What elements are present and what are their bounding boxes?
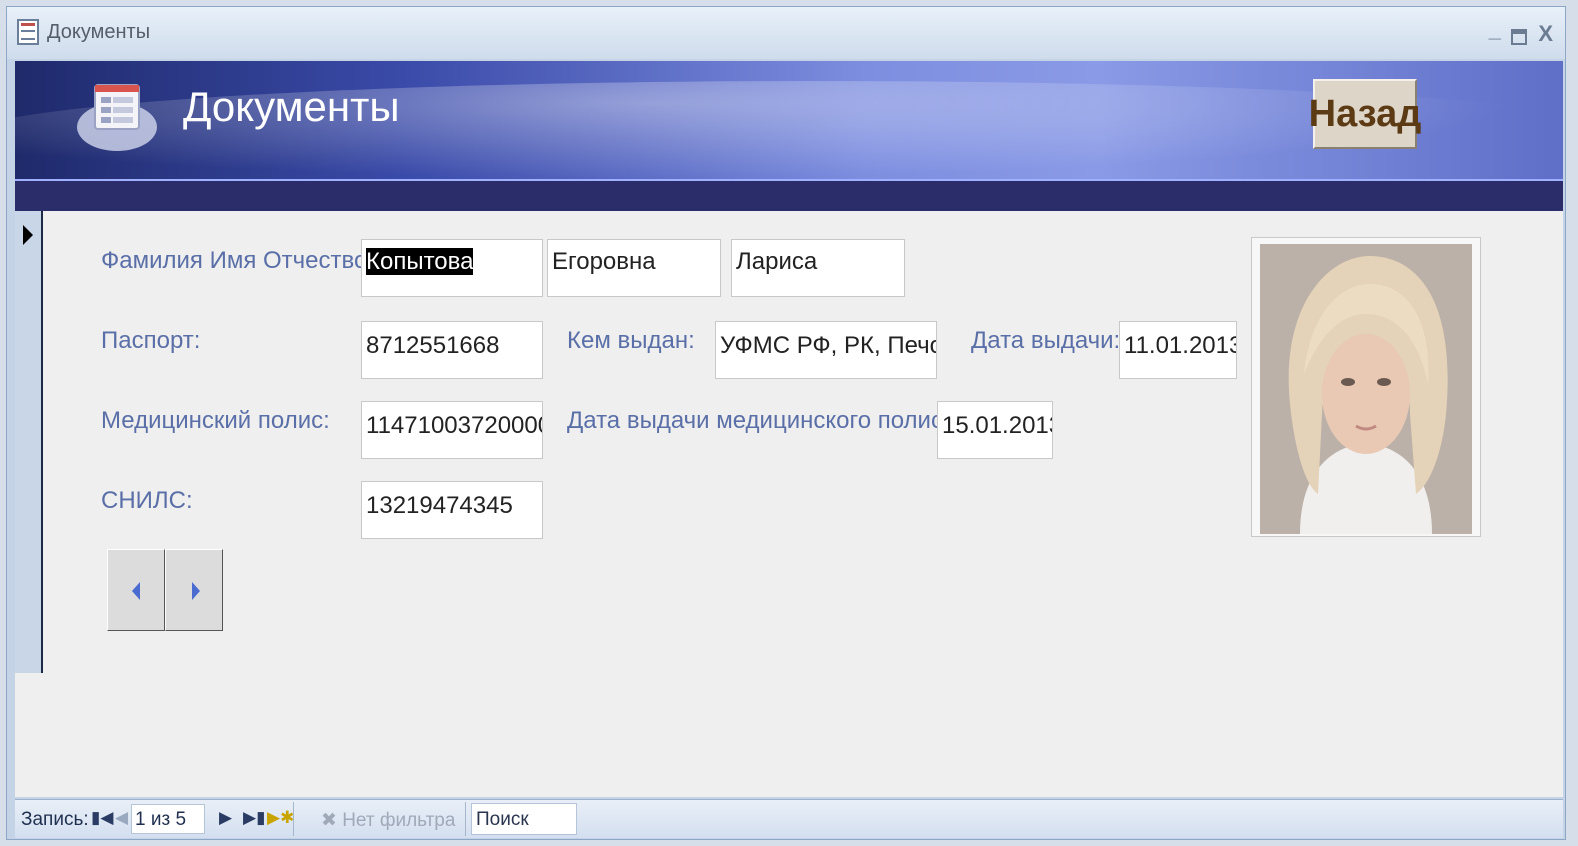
person-photo (1260, 244, 1472, 534)
maximize-icon[interactable] (1511, 29, 1527, 45)
form-icon (17, 19, 39, 45)
search-input[interactable]: Поиск (471, 803, 577, 835)
window-title: Документы (47, 21, 151, 43)
back-button[interactable]: Назад (1309, 79, 1421, 149)
last-record-icon[interactable]: ▶▮ (243, 808, 265, 828)
new-record-icon[interactable]: ▶✱ (267, 808, 294, 828)
passport-field[interactable]: 8712551668 (361, 321, 543, 379)
snils-field[interactable]: 13219474345 (361, 481, 543, 539)
med-policy-date-label: Дата выдачи медицинского полиса: (567, 407, 963, 434)
snils-label: СНИЛС: (101, 487, 193, 514)
access-form-window: Документы _ X Документы Назад Фамилия Им… (6, 6, 1566, 840)
record-navigation-bar: Запись: ▮◀ ◀ 1 из 5 ▶ ▶▮ ▶✱ ✖ Нет фильтр… (15, 799, 1563, 838)
next-record-button[interactable] (165, 549, 223, 631)
form-title: Документы (183, 83, 400, 130)
middle-name-field[interactable]: Егоровна (547, 239, 721, 297)
title-bar: Документы _ X (7, 7, 1565, 59)
issue-date-field[interactable]: 11.01.2013 (1119, 321, 1237, 379)
first-name-field[interactable]: Лариса (731, 239, 905, 297)
issued-by-label: Кем выдан: (567, 327, 695, 354)
status-divider (465, 802, 466, 836)
issue-date-label: Дата выдачи: (971, 327, 1121, 354)
form-header: Документы Назад (15, 61, 1563, 211)
form-detail: Фамилия Имя Отчество: Копытова Егоровна … (15, 211, 1563, 797)
med-policy-label: Медицинский полис: (101, 407, 330, 434)
header-band (15, 181, 1563, 211)
record-navigation (107, 549, 223, 631)
previous-record-button[interactable] (107, 549, 165, 631)
next-record-icon[interactable]: ▶ (219, 808, 232, 828)
photo-frame (1251, 237, 1481, 537)
close-icon[interactable]: X (1538, 21, 1553, 47)
status-divider (293, 802, 294, 836)
record-label: Запись: (21, 809, 89, 830)
filter-status[interactable]: ✖ Нет фильтра (321, 809, 455, 832)
fio-label: Фамилия Имя Отчество: (101, 247, 374, 274)
prev-record-icon[interactable]: ◀ (115, 808, 128, 828)
last-name-value: Копытова (366, 248, 474, 275)
passport-label: Паспорт: (101, 327, 201, 354)
record-selector[interactable] (15, 211, 43, 673)
first-record-icon[interactable]: ▮◀ (91, 808, 113, 828)
last-name-field[interactable]: Копытова (361, 239, 543, 297)
med-policy-date-field[interactable]: 15.01.2013 (937, 401, 1053, 459)
person-photo-image (1260, 244, 1472, 534)
current-record-icon (23, 225, 33, 245)
triangle-right-icon (192, 582, 200, 600)
med-policy-field[interactable]: 1147100372000088 (361, 401, 543, 459)
minimize-icon[interactable]: _ (1489, 17, 1501, 43)
issued-by-field[interactable]: УФМС РФ, РК, Печора (715, 321, 937, 379)
filter-label: Нет фильтра (342, 810, 456, 831)
form-logo-icon (77, 84, 157, 151)
triangle-left-icon (132, 582, 140, 600)
current-record-field[interactable]: 1 из 5 (131, 804, 205, 834)
